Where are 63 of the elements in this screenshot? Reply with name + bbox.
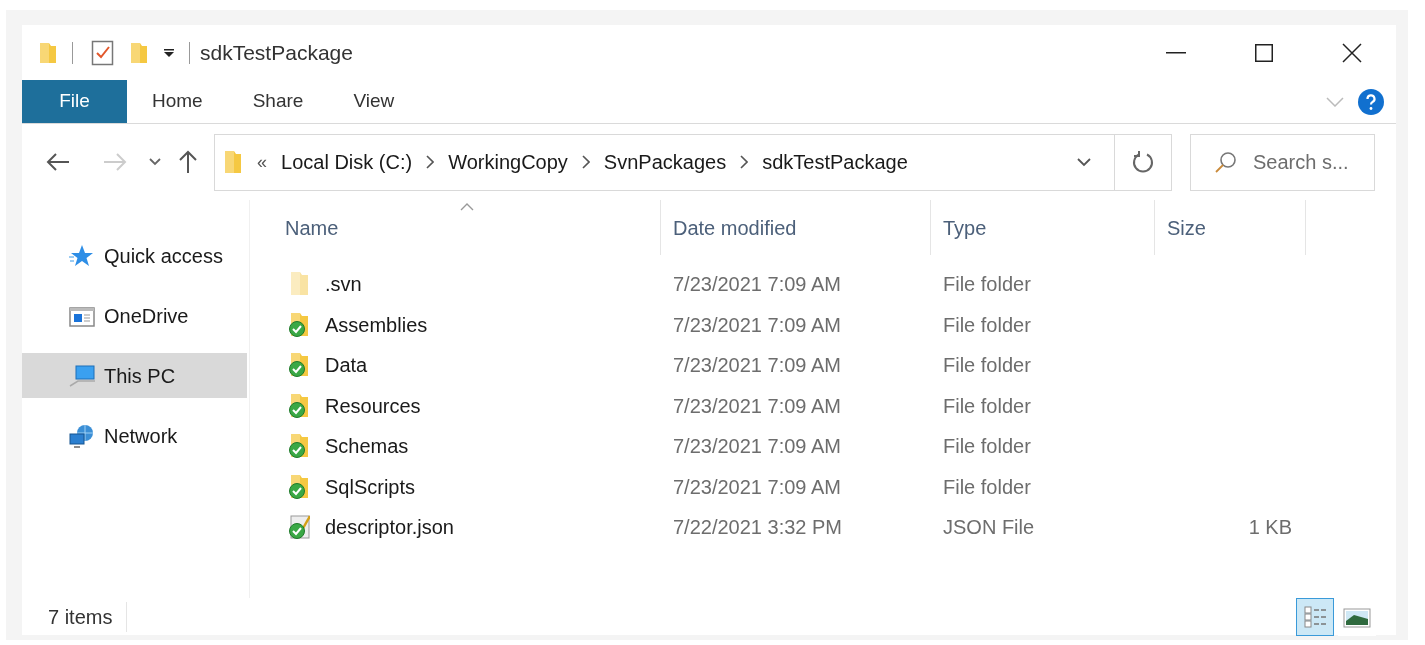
maximize-icon [1255, 43, 1273, 62]
ribbon-tab[interactable]: File [22, 80, 127, 123]
file-name[interactable]: .svn [325, 269, 362, 300]
column-header[interactable]: Name [273, 200, 661, 255]
file-name[interactable]: SqlScripts [325, 471, 416, 502]
file-type: File folder [943, 475, 1031, 498]
date-modified: 7/23/2021 7:09 AM [673, 435, 841, 458]
overflow-chevron[interactable]: « [257, 148, 267, 176]
file-type: File folder [943, 354, 1031, 377]
file-name[interactable]: Schemas [325, 431, 409, 462]
search-field[interactable]: Search s... [1190, 133, 1375, 191]
document-check-icon [288, 514, 310, 541]
file-name[interactable]: descriptor.json [325, 512, 454, 543]
help-icon[interactable] [1358, 88, 1384, 115]
item-count: 7 items [48, 601, 128, 632]
date-modified: 7/23/2021 7:09 AM [673, 273, 841, 296]
up-arrow-icon[interactable] [178, 150, 198, 174]
search-icon [1214, 149, 1238, 174]
back-arrow-icon[interactable] [46, 152, 70, 172]
address-bar[interactable]: « Local Disk (C:) WorkingCopy SvnPackages sdkTestPackage [214, 133, 1172, 191]
breadcrumb[interactable]: sdkTestPackage [762, 147, 908, 177]
checklist-icon[interactable] [91, 39, 115, 66]
chevron-right-icon[interactable] [426, 155, 435, 169]
file-size: 1 KB [1248, 516, 1292, 539]
column-header[interactable]: Type [931, 200, 1155, 255]
column-header[interactable]: Date modified [661, 200, 931, 255]
chevron-right-icon[interactable] [740, 155, 749, 169]
breadcrumb[interactable]: WorkingCopy [448, 147, 568, 177]
chevron-right-icon[interactable] [581, 155, 590, 169]
chevron-down-icon[interactable] [1076, 157, 1092, 167]
date-modified: 7/23/2021 7:09 AM [673, 354, 841, 377]
folder-check-icon [288, 433, 310, 460]
folder-check-icon [288, 473, 310, 500]
date-modified: 7/22/2021 3:32 PM [673, 516, 842, 539]
column-header[interactable]: Size [1155, 200, 1306, 255]
date-modified: 7/23/2021 7:09 AM [673, 313, 841, 336]
folder-check-icon [288, 311, 310, 338]
chevron-down-icon[interactable] [149, 158, 161, 166]
file-type: File folder [943, 394, 1031, 417]
breadcrumb[interactable]: SvnPackages [603, 147, 727, 177]
details-view-icon[interactable] [1296, 597, 1334, 636]
date-modified: 7/23/2021 7:09 AM [673, 394, 841, 417]
close-icon [1342, 42, 1362, 63]
network-globe-icon [68, 422, 96, 449]
refresh-icon[interactable] [1131, 150, 1155, 174]
window-title: sdkTestPackage [200, 39, 353, 66]
file-type: File folder [943, 273, 1031, 296]
folder-check-icon [288, 392, 310, 419]
minimize-icon [1166, 51, 1186, 54]
file-type: File folder [943, 435, 1031, 458]
file-type: JSON File [943, 516, 1035, 539]
folder-check-icon [288, 352, 310, 379]
folder-icon [288, 271, 310, 298]
folder-icon [223, 149, 243, 175]
date-modified: 7/23/2021 7:09 AM [673, 475, 841, 498]
file-type: File folder [943, 313, 1031, 336]
laptop-icon [68, 362, 96, 389]
breadcrumb[interactable]: Local Disk (C:) [281, 147, 413, 177]
file-name[interactable]: Assemblies [325, 309, 428, 340]
dropdown-icon[interactable] [163, 47, 175, 58]
sidebar-item[interactable]: This PC [22, 353, 247, 398]
file-name[interactable]: Resources [325, 390, 421, 421]
file-name[interactable]: Data [325, 350, 368, 381]
